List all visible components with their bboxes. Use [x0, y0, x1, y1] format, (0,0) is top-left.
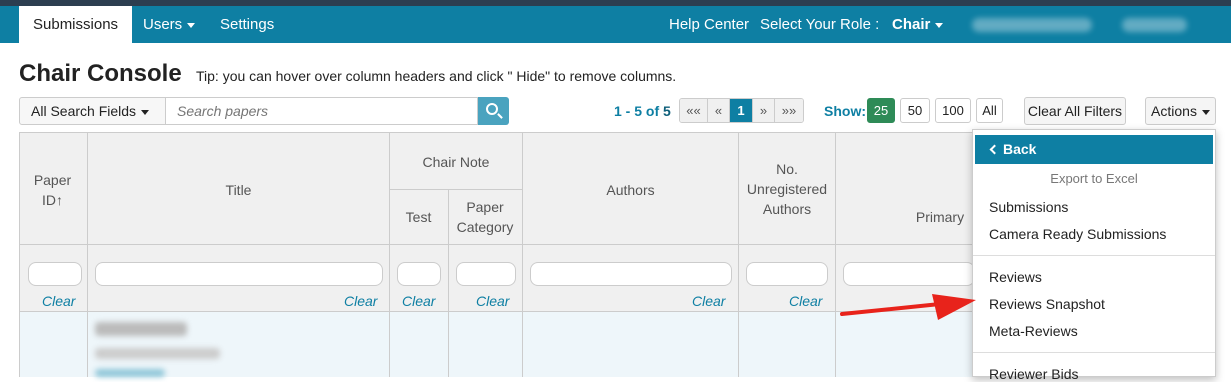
clear-filter-link[interactable]: Clear: [476, 293, 509, 309]
nav-settings[interactable]: Settings: [220, 6, 274, 43]
role-value: Chair: [892, 16, 931, 33]
search-field-dropdown[interactable]: All Search Fields: [19, 97, 166, 125]
search-input[interactable]: [166, 97, 478, 125]
col-divider: [738, 133, 739, 377]
role-dropdown[interactable]: Chair: [892, 6, 944, 43]
menu-item-reviewer-bids[interactable]: Reviewer Bids: [989, 366, 1078, 382]
search-group: All Search Fields: [19, 97, 509, 125]
col-divider: [835, 133, 836, 377]
actions-label: Actions: [1151, 103, 1197, 119]
col-divider: [87, 133, 88, 377]
select-role-label: Select Your Role :: [760, 16, 880, 33]
clear-all-filters-button[interactable]: Clear All Filters: [1024, 97, 1126, 125]
blurred-user-name[interactable]: [972, 18, 1092, 32]
page-title: Chair Console: [19, 60, 182, 87]
caret-down-icon: [187, 22, 196, 28]
menu-item-reviews[interactable]: Reviews: [989, 269, 1042, 285]
search-button[interactable]: [478, 97, 509, 125]
show-100-button[interactable]: 100: [935, 98, 971, 123]
caret-down-icon: [935, 22, 944, 28]
actions-button[interactable]: Actions: [1145, 97, 1216, 125]
clear-filter-link[interactable]: Clear: [42, 293, 75, 309]
annotation-arrow-icon: [840, 294, 976, 320]
page-next-button[interactable]: »: [753, 99, 775, 122]
top-navbar: Submissions Users Settings Help Center S…: [0, 6, 1231, 43]
pagination: «« « 1 » »»: [679, 98, 804, 123]
nav-help-center[interactable]: Help Center: [669, 6, 749, 43]
page-prev-button[interactable]: «: [708, 99, 730, 122]
filter-primary[interactable]: [843, 262, 975, 286]
search-icon: [486, 103, 498, 115]
pagination-range: 1 - 5 of 5: [614, 103, 671, 119]
show-25-button[interactable]: 25: [867, 98, 895, 123]
blurred-paper-title[interactable]: [95, 322, 187, 336]
filter-paper-id[interactable]: [28, 262, 82, 286]
menu-divider: [973, 352, 1215, 353]
filter-title[interactable]: [95, 262, 383, 286]
clear-filter-link[interactable]: Clear: [402, 293, 435, 309]
col-divider: [448, 189, 449, 377]
col-header-paper-id[interactable]: Paper ID↑: [30, 170, 75, 210]
filter-test[interactable]: [397, 262, 441, 286]
chevron-left-icon: [989, 144, 1000, 155]
nav-submissions[interactable]: Submissions: [19, 6, 133, 43]
clear-filter-link[interactable]: Clear: [692, 293, 725, 309]
filter-paper-category[interactable]: [456, 262, 516, 286]
row-divider: [389, 189, 523, 190]
blurred-user-menu[interactable]: [1122, 18, 1187, 32]
caret-down-icon: [141, 109, 150, 115]
menu-header-export: Export to Excel: [1050, 171, 1138, 186]
search-field-label: All Search Fields: [31, 103, 137, 119]
blurred-paper-link[interactable]: [95, 369, 165, 377]
show-label: Show:: [824, 103, 866, 119]
clear-filter-link[interactable]: Clear: [789, 293, 822, 309]
actions-menu: Back Export to Excel Submissions Camera …: [972, 129, 1216, 382]
blurred-paper-subtitle: [95, 348, 220, 359]
page-last-button[interactable]: »»: [775, 99, 803, 122]
clear-filter-link[interactable]: Clear: [344, 293, 377, 309]
nav-users-label: Users: [143, 16, 183, 33]
col-header-test[interactable]: Test: [389, 207, 448, 227]
show-50-button[interactable]: 50: [900, 98, 930, 123]
col-header-paper-category[interactable]: Paper Category: [452, 197, 518, 237]
menu-back-label: Back: [1003, 141, 1037, 157]
row-divider: [20, 244, 974, 245]
menu-divider: [973, 255, 1215, 256]
show-all-button[interactable]: All: [976, 98, 1003, 123]
nav-users[interactable]: Users: [143, 6, 196, 43]
menu-back-button[interactable]: Back: [975, 135, 1213, 164]
col-header-title[interactable]: Title: [88, 180, 389, 200]
row-divider: [20, 311, 974, 312]
menu-item-submissions[interactable]: Submissions: [989, 199, 1068, 215]
col-header-unregistered-authors[interactable]: No. Unregistered Authors: [742, 159, 832, 219]
caret-down-icon: [1201, 109, 1210, 115]
page-first-button[interactable]: ««: [680, 99, 708, 122]
pagination-range-label: 1 - 5 of: [614, 103, 660, 119]
menu-item-reviews-snapshot[interactable]: Reviews Snapshot: [989, 296, 1105, 312]
col-header-primary[interactable]: Primary: [900, 207, 980, 227]
filter-unregistered-authors[interactable]: [746, 262, 828, 286]
col-header-chair-note[interactable]: Chair Note: [389, 152, 523, 172]
page-current[interactable]: 1: [730, 99, 753, 122]
page-tip: Tip: you can hover over column headers a…: [196, 68, 677, 84]
menu-item-camera-ready[interactable]: Camera Ready Submissions: [989, 226, 1166, 242]
pagination-total: 5: [663, 103, 671, 119]
col-header-authors[interactable]: Authors: [523, 180, 738, 200]
filter-authors[interactable]: [530, 262, 732, 286]
menu-item-meta-reviews[interactable]: Meta-Reviews: [989, 323, 1078, 339]
